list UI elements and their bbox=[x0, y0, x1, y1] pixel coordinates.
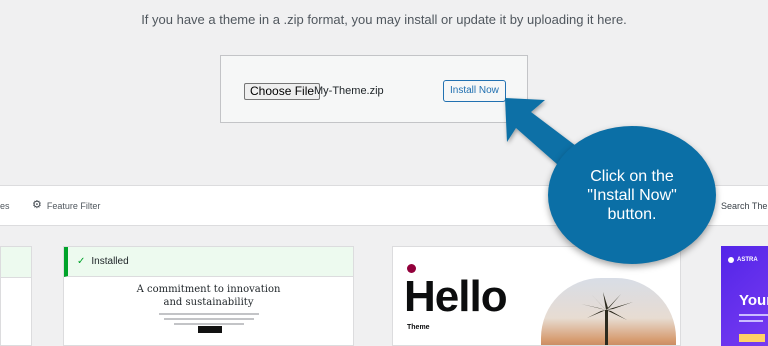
callout-bubble: Click on the "Install Now" button. bbox=[548, 126, 716, 264]
callout-text: Click on the "Install Now" button. bbox=[587, 167, 677, 223]
